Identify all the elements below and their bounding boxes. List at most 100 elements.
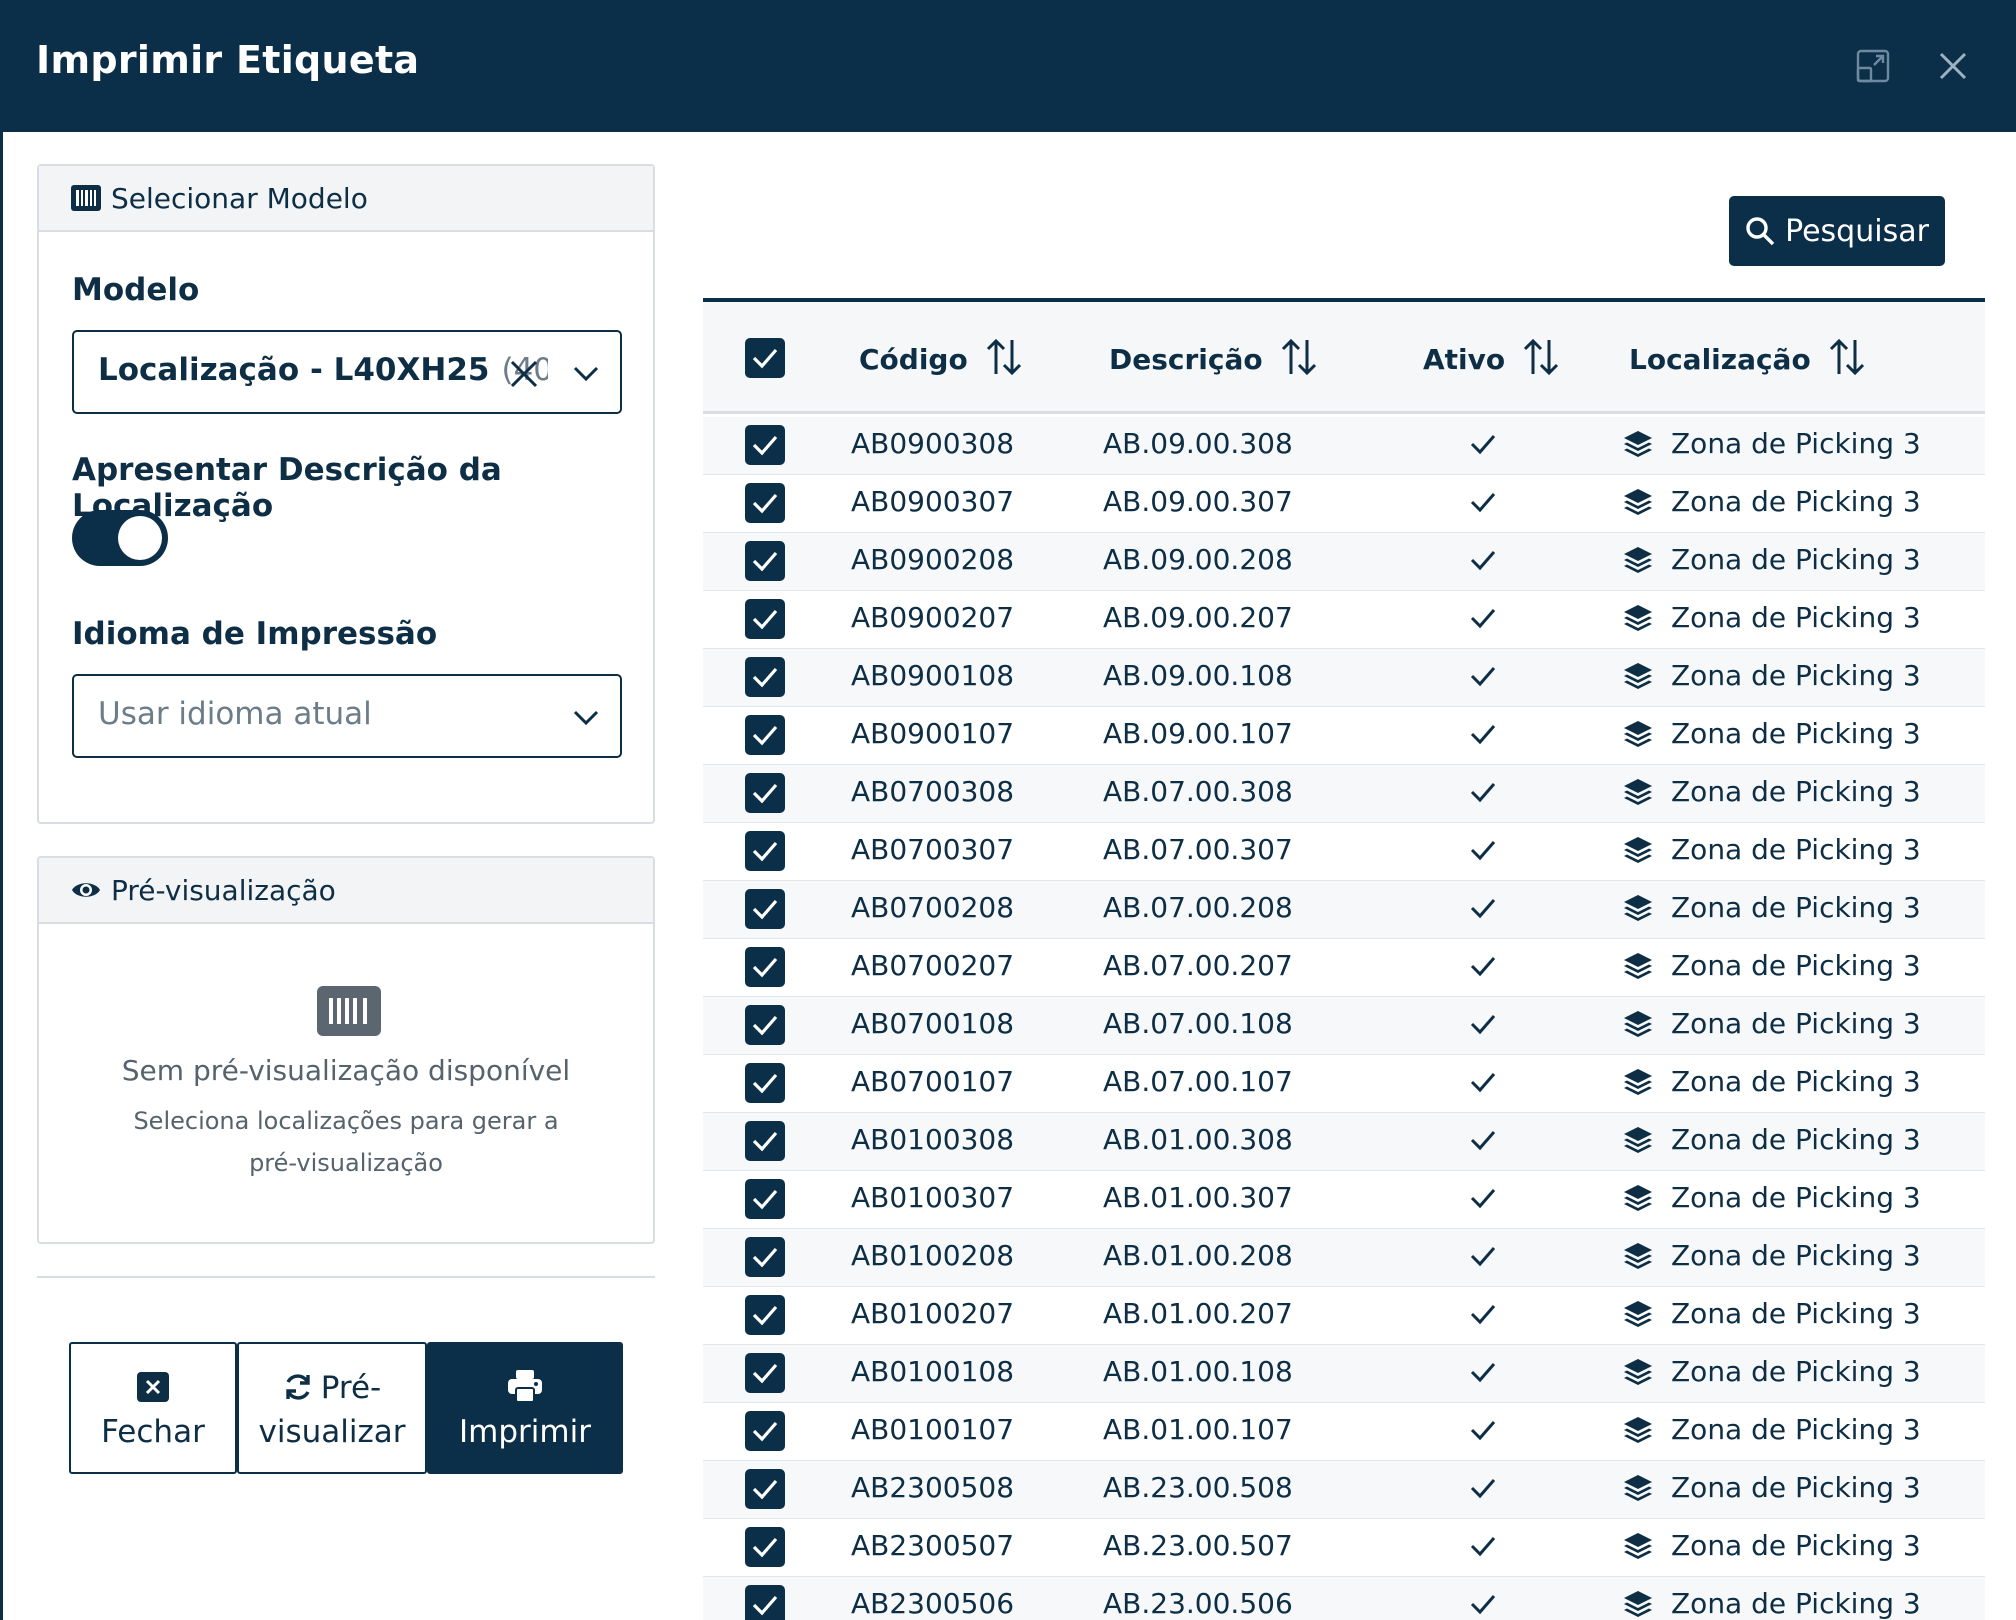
model-select[interactable]: Localização - L40XH25(40mm <box>72 330 622 414</box>
table-row[interactable]: AB0900207 AB.09.00.207 Zona de Picking 3 <box>703 591 1985 649</box>
table-row[interactable]: AB0900107 AB.09.00.107 Zona de Picking 3 <box>703 707 1985 765</box>
cell-description: AB.23.00.508 <box>1103 1471 1293 1504</box>
row-checkbox[interactable] <box>745 1295 785 1335</box>
row-checkbox[interactable] <box>745 1353 785 1393</box>
layers-icon <box>1624 895 1652 921</box>
cell-location: Zona de Picking 3 <box>1671 775 1921 808</box>
row-checkbox[interactable] <box>745 599 785 639</box>
row-checkbox[interactable] <box>745 541 785 581</box>
cell-description: AB.23.00.507 <box>1103 1529 1293 1562</box>
select-template-title: Selecionar Modelo <box>111 181 368 215</box>
expand-icon[interactable] <box>1855 48 1891 84</box>
barcode-icon <box>71 185 101 211</box>
layers-icon <box>1624 779 1652 805</box>
check-icon <box>1470 725 1496 745</box>
table-row[interactable]: AB2300507 AB.23.00.507 Zona de Picking 3 <box>703 1519 1985 1577</box>
table-row[interactable]: AB0100208 AB.01.00.208 Zona de Picking 3 <box>703 1229 1985 1287</box>
close-button[interactable]: Fechar <box>69 1342 237 1474</box>
show-description-toggle[interactable] <box>72 510 168 566</box>
row-checkbox[interactable] <box>745 1237 785 1277</box>
row-checkbox[interactable] <box>745 1469 785 1509</box>
table-row[interactable]: AB0700307 AB.07.00.307 Zona de Picking 3 <box>703 823 1985 881</box>
table-row[interactable]: AB0700207 AB.07.00.207 Zona de Picking 3 <box>703 939 1985 997</box>
row-checkbox[interactable] <box>745 425 785 465</box>
row-checkbox[interactable] <box>745 657 785 697</box>
layers-icon <box>1624 1243 1652 1269</box>
sort-icon[interactable] <box>1523 338 1559 376</box>
chevron-down-icon <box>573 710 599 726</box>
cell-location: Zona de Picking 3 <box>1671 1123 1921 1156</box>
cell-location: Zona de Picking 3 <box>1671 1355 1921 1388</box>
clear-icon[interactable] <box>506 356 542 392</box>
check-icon <box>1470 435 1496 455</box>
search-icon <box>1746 217 1775 246</box>
row-checkbox[interactable] <box>745 889 785 929</box>
table-row[interactable]: AB0700208 AB.07.00.208 Zona de Picking 3 <box>703 881 1985 939</box>
table-row[interactable]: AB0100308 AB.01.00.308 Zona de Picking 3 <box>703 1113 1985 1171</box>
layers-icon <box>1624 547 1652 573</box>
close-button-label: Fechar <box>101 1414 205 1450</box>
sort-icon[interactable] <box>986 338 1022 376</box>
print-language-select[interactable]: Usar idioma atual <box>72 674 622 758</box>
row-checkbox[interactable] <box>745 1179 785 1219</box>
preview-button-label-1: Pré- <box>239 1370 425 1406</box>
row-checkbox[interactable] <box>745 1121 785 1161</box>
table-row[interactable]: AB2300506 AB.23.00.506 Zona de Picking 3 <box>703 1577 1985 1620</box>
table-row[interactable]: AB0700108 AB.07.00.108 Zona de Picking 3 <box>703 997 1985 1055</box>
check-icon <box>1470 1015 1496 1035</box>
close-icon[interactable] <box>1935 48 1971 84</box>
column-header-code[interactable]: Código <box>859 338 1022 380</box>
layers-icon <box>1624 1127 1652 1153</box>
row-checkbox[interactable] <box>745 1585 785 1620</box>
row-checkbox[interactable] <box>745 1005 785 1045</box>
cell-code: AB2300506 <box>851 1587 1015 1620</box>
sort-icon[interactable] <box>1829 338 1865 376</box>
row-checkbox[interactable] <box>745 947 785 987</box>
search-button[interactable]: Pesquisar <box>1729 196 1945 266</box>
cell-description: AB.09.00.208 <box>1103 543 1293 576</box>
row-checkbox[interactable] <box>745 831 785 871</box>
row-checkbox[interactable] <box>745 773 785 813</box>
table-row[interactable]: AB0700308 AB.07.00.308 Zona de Picking 3 <box>703 765 1985 823</box>
cell-description: AB.07.00.108 <box>1103 1007 1293 1040</box>
layers-icon <box>1624 1069 1652 1095</box>
table-row[interactable]: AB2300508 AB.23.00.508 Zona de Picking 3 <box>703 1461 1985 1519</box>
cell-location: Zona de Picking 3 <box>1671 427 1921 460</box>
cell-code: AB2300507 <box>851 1529 1015 1562</box>
column-header-description[interactable]: Descrição <box>1109 338 1317 380</box>
cell-location: Zona de Picking 3 <box>1671 1065 1921 1098</box>
check-icon <box>1470 551 1496 571</box>
cell-description: AB.07.00.107 <box>1103 1065 1293 1098</box>
table-row[interactable]: AB0900308 AB.09.00.308 Zona de Picking 3 <box>703 417 1985 475</box>
row-checkbox[interactable] <box>745 1527 785 1567</box>
table-row[interactable]: AB0100207 AB.01.00.207 Zona de Picking 3 <box>703 1287 1985 1345</box>
cell-location: Zona de Picking 3 <box>1671 1297 1921 1330</box>
table-row[interactable]: AB0100108 AB.01.00.108 Zona de Picking 3 <box>703 1345 1985 1403</box>
select-all-checkbox[interactable] <box>745 338 785 378</box>
print-button[interactable]: Imprimir <box>427 1342 623 1474</box>
check-icon <box>1470 1421 1496 1441</box>
table-row[interactable]: AB0100307 AB.01.00.307 Zona de Picking 3 <box>703 1171 1985 1229</box>
table-row[interactable]: AB0100107 AB.01.00.107 Zona de Picking 3 <box>703 1403 1985 1461</box>
cell-code: AB0100108 <box>851 1355 1015 1388</box>
column-header-active[interactable]: Ativo <box>1423 338 1559 380</box>
cell-location: Zona de Picking 3 <box>1671 659 1921 692</box>
sort-icon[interactable] <box>1281 338 1317 376</box>
table-row[interactable]: AB0900208 AB.09.00.208 Zona de Picking 3 <box>703 533 1985 591</box>
row-checkbox[interactable] <box>745 1063 785 1103</box>
cell-description: AB.01.00.107 <box>1103 1413 1293 1446</box>
barcode-icon <box>317 986 381 1036</box>
cell-location: Zona de Picking 3 <box>1671 1529 1921 1562</box>
row-checkbox[interactable] <box>745 483 785 523</box>
row-checkbox[interactable] <box>745 1411 785 1451</box>
row-checkbox[interactable] <box>745 715 785 755</box>
cell-code: AB2300508 <box>851 1471 1015 1504</box>
table-row[interactable]: AB0900108 AB.09.00.108 Zona de Picking 3 <box>703 649 1985 707</box>
column-header-location[interactable]: Localização <box>1629 338 1865 380</box>
table-row[interactable]: AB0900307 AB.09.00.307 Zona de Picking 3 <box>703 475 1985 533</box>
cell-code: AB0900307 <box>851 485 1015 518</box>
table-row[interactable]: AB0700107 AB.07.00.107 Zona de Picking 3 <box>703 1055 1985 1113</box>
check-icon <box>1470 1537 1496 1557</box>
preview-button[interactable]: Pré- visualizar <box>237 1342 427 1474</box>
cell-code: AB0900107 <box>851 717 1015 750</box>
